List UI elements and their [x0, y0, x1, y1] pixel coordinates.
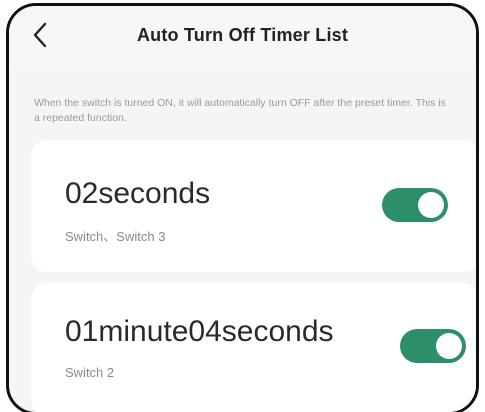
timer-switch-names: Switch 2	[65, 365, 115, 380]
toggle-knob	[436, 333, 462, 359]
timer-toggle[interactable]	[382, 188, 448, 222]
phone-screen: Auto Turn Off Timer List When the switch…	[6, 3, 479, 412]
description-text: When the switch is turned ON, it will au…	[34, 97, 446, 124]
toggle-knob	[418, 192, 444, 218]
timer-duration: 02seconds	[65, 177, 211, 210]
app-frame: Auto Turn Off Timer List When the switch…	[0, 0, 485, 412]
timer-toggle[interactable]	[400, 329, 466, 363]
timer-card[interactable]: 01minute04seconds Switch 2	[31, 283, 476, 412]
timer-duration: 01minute04seconds	[65, 315, 334, 348]
timer-card[interactable]: 02seconds Switch、Switch 3	[31, 140, 476, 272]
page-title: Auto Turn Off Timer List	[136, 25, 349, 45]
timer-switch-names: Switch、Switch 3	[65, 229, 166, 244]
header: Auto Turn Off Timer List	[9, 6, 476, 68]
